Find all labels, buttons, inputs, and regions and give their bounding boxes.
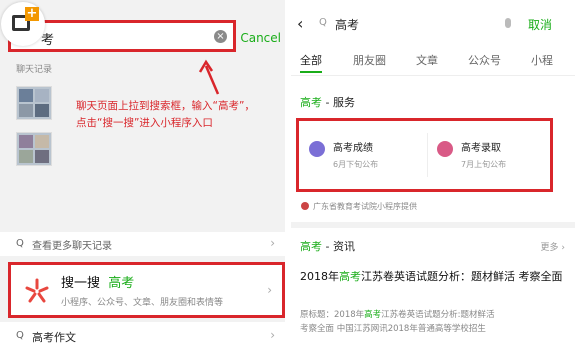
admission-icon (437, 141, 453, 157)
search-icon: Q (319, 17, 327, 28)
chevron-right-icon: › (267, 283, 272, 297)
search-search-entry[interactable]: 搜一搜 高考 小程序、公众号、文章、朋友圈和表情等 › (8, 262, 285, 318)
search-header: ‹ Q 高考 取消 (291, 0, 575, 46)
search-query[interactable]: 高考 (335, 16, 359, 33)
chat-thumbnail[interactable] (16, 86, 52, 120)
suggestion-row[interactable]: Q 高考作文 › (0, 322, 285, 352)
chat-history-title: 聊天记录 (16, 65, 53, 75)
search-icon: Q (16, 238, 24, 249)
filter-tabs: 全部 朋友圈 文章 公众号 小程 (291, 46, 575, 76)
tab-mini-programs[interactable]: 小程 (531, 52, 553, 68)
active-tab-indicator (300, 71, 322, 73)
service-cards: 高考成绩 6月下旬公布 高考录取 7月上旬公布 (296, 118, 553, 192)
tab-articles[interactable]: 文章 (416, 52, 438, 68)
more-chat-history-row[interactable]: Q 查看更多聊天记录 › (0, 232, 285, 256)
clear-icon[interactable]: × (214, 30, 227, 43)
search-entry-title: 搜一搜 高考 (61, 276, 135, 291)
chevron-right-icon: › (270, 236, 275, 250)
more-chat-label: 查看更多聊天记录 (32, 241, 112, 252)
tab-official-accounts[interactable]: 公众号 (468, 52, 501, 68)
back-icon[interactable]: ‹ (297, 14, 303, 33)
instruction-note: 聊天页面上拉到搜索框，输入“高考”， 点击“搜一搜”进入小程序入口 (76, 100, 255, 129)
card-separator (427, 133, 428, 177)
cancel-button[interactable]: Cancel (240, 31, 281, 45)
article-snippet: 原标题：2018年高考江苏卷英语试题分析:题材鲜活 考察全面 中国江苏网讯201… (300, 310, 495, 334)
info-section-title: 高考 - 资讯 (300, 240, 355, 253)
service-section-title: 高考 - 服务 (300, 96, 355, 109)
arrow-icon (198, 59, 220, 95)
cancel-button[interactable]: 取消 (528, 16, 552, 33)
right-panel: ‹ Q 高考 取消 全部 朋友圈 文章 公众号 小程 高考 - 服务 高考成绩 … (291, 0, 575, 352)
suggestion-label: 高考作文 (32, 331, 76, 344)
tab-all[interactable]: 全部 (300, 52, 322, 68)
left-panel: 考 × Cancel + 聊天记录 聊天页面上拉到搜索框，输入“高考”， 点击“… (0, 0, 285, 352)
chevron-right-icon: › (270, 328, 275, 342)
provider-note: 广东省教育考试院小程序提供 (301, 201, 417, 212)
search-entry-subtitle: 小程序、公众号、文章、朋友圈和表情等 (61, 298, 224, 308)
score-icon (309, 141, 325, 157)
souyisou-icon (25, 278, 49, 303)
microphone-icon[interactable] (505, 18, 511, 28)
section-gap (291, 222, 575, 228)
provider-icon (301, 202, 309, 210)
app-logo-icon: + (1, 2, 45, 46)
more-link[interactable]: 更多 › (541, 240, 565, 253)
search-icon: Q (16, 330, 24, 341)
article-title[interactable]: 2018年高考江苏卷英语试题分析：题材鲜活 考察全面 (300, 268, 566, 285)
tab-moments[interactable]: 朋友圈 (353, 52, 386, 68)
chat-thumbnail[interactable] (16, 132, 52, 166)
